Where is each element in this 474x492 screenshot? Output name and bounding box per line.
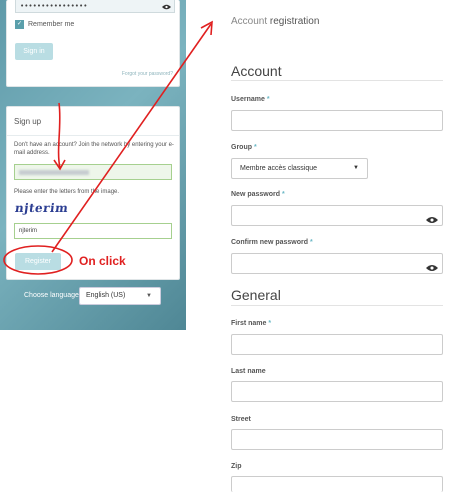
language-label: Choose language: (24, 292, 81, 299)
blurred-email (19, 170, 89, 175)
confirm-password-label: Confirm new password * (231, 239, 313, 246)
captcha-label: Please enter the letters from the image. (14, 189, 120, 195)
required-marker: * (266, 96, 270, 103)
first-name-label: First name * (231, 320, 271, 327)
section-general: General (231, 287, 281, 303)
last-name-input[interactable] (231, 381, 443, 402)
required-marker: * (253, 144, 257, 151)
new-password-label-text: New password (231, 191, 281, 198)
email-input[interactable] (14, 164, 172, 180)
chevron-down-icon: ▼ (146, 293, 152, 299)
section-divider (231, 80, 443, 81)
group-value: Membre accès classique (240, 165, 318, 172)
username-label-text: Username (231, 96, 265, 103)
eye-icon[interactable] (426, 211, 438, 229)
language-value: English (US) (86, 292, 126, 299)
zip-input[interactable] (231, 476, 443, 492)
captcha-input[interactable]: njterim (14, 223, 172, 239)
section-account: Account (231, 63, 282, 79)
login-panel: •••••••••••••••• ✓ Remember me Sign in F… (6, 0, 180, 87)
confirm-password-input[interactable] (231, 253, 443, 274)
eye-icon[interactable] (162, 2, 171, 14)
last-name-label: Last name (231, 368, 266, 375)
page-title: Account registration (231, 16, 319, 27)
required-marker: * (309, 239, 313, 246)
remember-label: Remember me (28, 21, 75, 28)
signup-description: Don't have an account? Join the network … (14, 142, 174, 156)
first-name-input[interactable] (231, 334, 443, 355)
username-label: Username * (231, 96, 270, 103)
remember-checkbox[interactable]: ✓ (15, 20, 24, 29)
first-name-label-text: First name (231, 320, 267, 327)
section-divider (231, 305, 443, 306)
signin-button[interactable]: Sign in (15, 43, 53, 60)
on-click-annotation: On click (79, 254, 126, 268)
street-input[interactable] (231, 429, 443, 450)
username-input[interactable] (231, 110, 443, 131)
password-field[interactable]: •••••••••••••••• (15, 0, 175, 13)
new-password-input[interactable] (231, 205, 443, 226)
diagonal-arrow-head (200, 20, 213, 36)
zip-label: Zip (231, 463, 242, 470)
divider (7, 135, 179, 136)
group-label-text: Group (231, 144, 252, 151)
group-label: Group * (231, 144, 257, 151)
language-select[interactable]: English (US) ▼ (79, 287, 161, 305)
new-password-label: New password * (231, 191, 285, 198)
group-select[interactable]: Membre accès classique ▼ (231, 158, 368, 179)
forgot-password-link[interactable]: Forgot your password? (122, 71, 173, 77)
captcha-image: njterim (14, 201, 70, 215)
remember-me[interactable]: ✓ Remember me (15, 20, 74, 29)
page-title-strong: Account (231, 16, 268, 27)
required-marker: * (268, 320, 272, 327)
required-marker: * (281, 191, 285, 198)
street-label: Street (231, 416, 251, 423)
eye-icon[interactable] (426, 259, 438, 277)
password-value: •••••••••••••••• (20, 2, 88, 10)
chevron-down-icon: ▼ (353, 165, 359, 171)
signup-title: Sign up (14, 117, 42, 126)
page-title-rest: registration (267, 16, 320, 27)
register-button[interactable]: Register (15, 253, 61, 270)
confirm-password-label-text: Confirm new password (231, 239, 309, 246)
